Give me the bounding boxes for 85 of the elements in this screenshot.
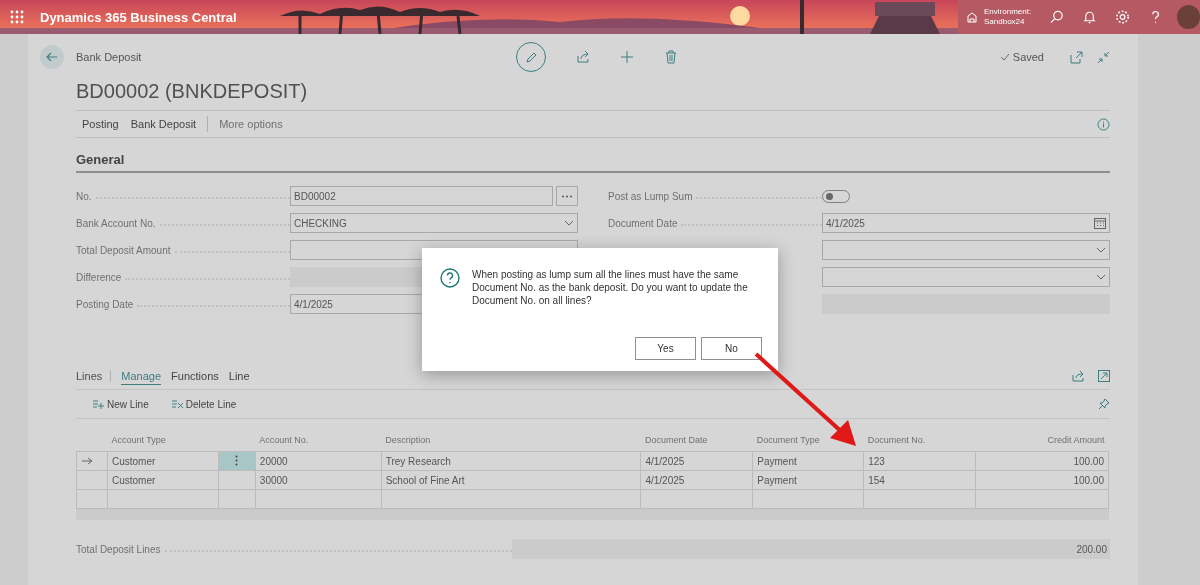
tab[interactable]: Line	[228, 368, 250, 384]
table-cell: Payment	[752, 470, 864, 490]
share-icon[interactable]	[1072, 370, 1084, 382]
chevron-icon	[564, 220, 574, 226]
pin-icon[interactable]	[1098, 398, 1110, 410]
column-header[interactable]: Account No.	[255, 433, 382, 452]
dropdown-field[interactable]	[822, 267, 1110, 287]
more-options-menu[interactable]: More options	[213, 118, 289, 130]
column-header[interactable]: Description	[381, 433, 641, 452]
field-label: Posting Date	[76, 298, 134, 310]
action-menu[interactable]: Posting	[76, 118, 125, 130]
column-header[interactable]: Credit Amount	[975, 433, 1109, 452]
table-cell: Customer	[107, 470, 219, 490]
tab[interactable]: Functions	[171, 368, 219, 384]
dropdown-field[interactable]	[822, 240, 1110, 260]
page-title: BD00002 (BNKDEPOSIT)	[76, 80, 309, 104]
section-heading[interactable]: General	[76, 152, 1110, 173]
new-line-button[interactable]: New Line	[86, 397, 155, 411]
open-in-new-window-icon[interactable]	[1070, 50, 1083, 64]
date-field[interactable]: 4/1/2025	[822, 213, 1110, 233]
dropdown-field[interactable]: CHECKING	[290, 213, 578, 233]
calendar-icon	[1094, 217, 1106, 229]
environment-name: Sandbox24	[984, 17, 1026, 27]
expand-icon[interactable]	[1098, 370, 1110, 382]
share-icon[interactable]	[576, 50, 590, 64]
plus-icon[interactable]	[620, 50, 634, 64]
column-header[interactable]: Document Type	[752, 433, 864, 452]
chevron-icon	[1096, 274, 1106, 280]
more-button[interactable]	[556, 186, 578, 206]
app-title: Dynamics 365 Business Central	[40, 9, 237, 25]
question-icon	[440, 268, 460, 288]
settings-icon[interactable]	[1115, 9, 1131, 25]
save-status: Saved	[1012, 51, 1044, 63]
field-label: Bank Account No.	[76, 217, 156, 229]
table-cell: 4/1/2025	[640, 470, 753, 490]
field-label: Total Deposit Amount	[76, 244, 171, 256]
table-cell: School of Fine Art	[381, 470, 641, 490]
ellipsis-icon	[561, 194, 573, 198]
bell-icon[interactable]	[1082, 9, 1098, 25]
collapse-icon[interactable]	[1097, 50, 1110, 64]
info-icon[interactable]	[1097, 117, 1110, 131]
search-icon[interactable]	[1049, 9, 1065, 25]
back-arrow-icon	[46, 52, 58, 62]
vertical-ellipsis-icon	[235, 454, 239, 466]
horizontal-scrollbar[interactable]	[76, 509, 1109, 520]
dialog-message: When posting as lump sum all the lines must have the same Document No. as the bank deposit. Do you want to update the Document No. on all lines?	[472, 268, 749, 307]
table-cell: 20000	[255, 451, 382, 471]
table-cell: 4/1/2025	[640, 451, 753, 471]
check-icon	[999, 53, 1010, 61]
delete-line-button[interactable]: Delete Line	[164, 397, 243, 411]
field-label: Difference	[76, 271, 122, 283]
field-label: No.	[76, 190, 92, 202]
environment-label: Environment:	[984, 7, 1032, 17]
table-cell: 30000	[255, 470, 382, 490]
field-label: Total Deposit Lines	[76, 543, 161, 555]
dialog-button[interactable]: Yes	[635, 337, 696, 360]
table-cell: Payment	[752, 451, 864, 471]
table-cell: 100.00	[975, 470, 1109, 490]
pencil-icon	[524, 50, 538, 64]
chevron-icon	[1096, 247, 1106, 253]
current-row-arrow-icon	[81, 456, 93, 465]
table-cell: 100.00	[975, 451, 1109, 471]
app-launcher-icon[interactable]	[10, 10, 24, 24]
table-cell: 154	[863, 470, 976, 490]
add-line-icon	[92, 399, 104, 409]
environment-icon	[966, 11, 978, 23]
back-button[interactable]	[40, 45, 64, 69]
breadcrumb: Bank Deposit	[76, 51, 143, 63]
column-header[interactable]: Document No.	[863, 433, 976, 452]
field-label: Document Date	[608, 217, 678, 229]
section-heading: Lines	[76, 370, 112, 382]
readonly-field: 200.00	[512, 539, 1110, 559]
table-cell: Trey Research	[381, 451, 641, 471]
column-header[interactable]: Document Date	[640, 433, 753, 452]
avatar[interactable]	[1177, 5, 1200, 29]
dialog-button[interactable]: No	[701, 337, 762, 360]
tab[interactable]: Manage	[121, 367, 162, 385]
table-cell: Customer	[107, 451, 219, 471]
delete-line-icon	[170, 399, 183, 409]
table-cell: 123	[863, 451, 976, 471]
input-field[interactable]: BD00002	[290, 186, 553, 206]
trash-icon[interactable]	[664, 50, 678, 64]
column-header[interactable]: Account Type	[107, 433, 219, 452]
field-label: Post as Lump Sum	[608, 190, 693, 202]
action-menu[interactable]: Bank Deposit	[124, 118, 203, 130]
